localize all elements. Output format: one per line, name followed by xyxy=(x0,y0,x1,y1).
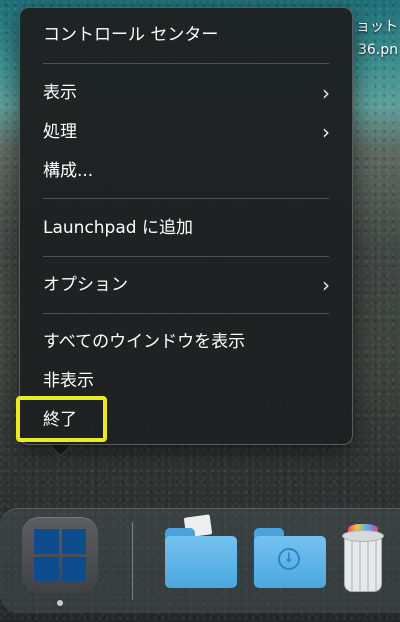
menu-item-label: オプション xyxy=(43,275,128,295)
menu-item-label: 構成... xyxy=(43,161,94,181)
desktop-background: ョット 36.pn コントロール センター 表示 › 処理 › 構成... La… xyxy=(0,0,400,622)
menu-item-configure[interactable]: 構成... xyxy=(20,153,352,189)
menu-item-control-center[interactable]: コントロール センター xyxy=(20,17,352,53)
windows-app-icon[interactable] xyxy=(22,517,98,593)
menu-item-hide[interactable]: 非表示 xyxy=(20,363,352,399)
menu-separator xyxy=(43,256,329,257)
menu-item-label: 処理 xyxy=(43,122,77,142)
running-indicator xyxy=(57,600,63,606)
menu-item-process[interactable]: 処理 › xyxy=(20,114,352,150)
menu-separator xyxy=(43,198,329,199)
downloads-folder-icon[interactable]: ↓ xyxy=(254,528,326,588)
chevron-right-icon: › xyxy=(322,120,330,144)
menu-item-options[interactable]: オプション › xyxy=(20,267,352,303)
menu-item-label: 表示 xyxy=(43,83,77,103)
download-arrow-icon: ↓ xyxy=(278,548,300,570)
chevron-right-icon: › xyxy=(322,81,330,105)
menu-item-label: コントロール センター xyxy=(43,25,219,45)
menu-separator xyxy=(43,63,329,64)
documents-folder-icon[interactable] xyxy=(165,514,237,588)
menu-item-label: 非表示 xyxy=(43,371,94,391)
context-menu: コントロール センター 表示 › 処理 › 構成... Launchpad に追… xyxy=(19,7,353,445)
quit-highlight-box xyxy=(16,396,107,442)
trash-icon[interactable] xyxy=(342,524,384,594)
desktop-file-label[interactable]: 36.pn xyxy=(358,42,398,58)
menu-separator xyxy=(43,313,329,314)
windows-logo-icon xyxy=(34,529,86,581)
dock-divider xyxy=(132,522,133,600)
menu-item-add-to-launchpad[interactable]: Launchpad に追加 xyxy=(20,210,352,246)
menu-item-show-all-windows[interactable]: すべてのウインドウを表示 xyxy=(20,324,352,360)
desktop-file-label[interactable]: ョット xyxy=(356,16,398,36)
menu-item-view[interactable]: 表示 › xyxy=(20,75,352,111)
menu-item-label: Launchpad に追加 xyxy=(43,218,193,238)
menu-item-label: すべてのウインドウを表示 xyxy=(43,332,246,352)
chevron-right-icon: › xyxy=(322,273,330,297)
